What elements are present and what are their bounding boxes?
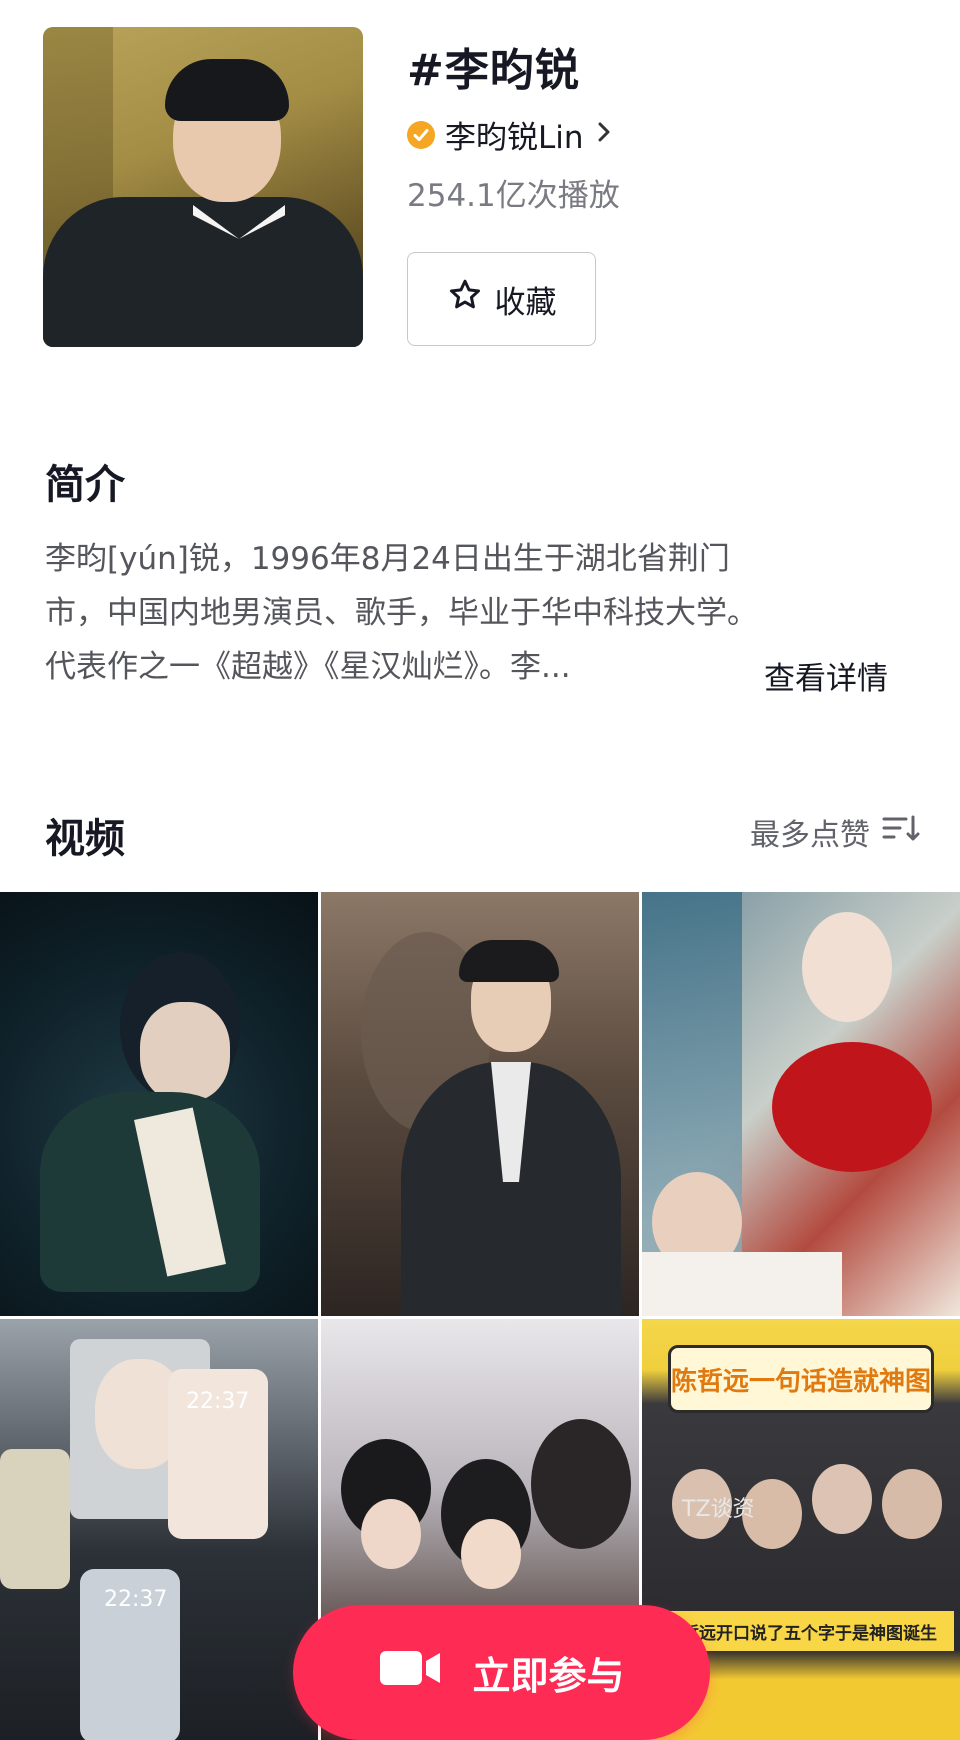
topic-title: #李昀锐 [407,45,580,96]
intro-heading: 简介 [45,462,125,508]
play-count: 254.1亿次播放 [407,178,620,214]
view-details-link[interactable]: 查看详情 [764,652,888,706]
participate-button[interactable]: 立即参与 [293,1605,710,1740]
watermark-logo: TZ谈资 [682,1497,755,1522]
intro-line: 市，中国内地男演员、歌手，毕业于华中科技大学。 [45,595,758,631]
video-thumbnail[interactable] [0,892,318,1316]
sort-selector[interactable]: 最多点赞 [750,810,920,854]
video-thumbnail[interactable] [642,892,960,1316]
video-thumbnail[interactable]: 22:37 22:37 [0,1319,318,1740]
phone-clock: 22:37 [104,1587,168,1612]
topic-cover-image[interactable] [43,27,363,347]
favorite-label: 收藏 [494,284,557,321]
intro-line: 李昀[yún]锐，1996年8月24日出生于湖北省荆门 [45,541,730,577]
verified-badge-icon [407,120,435,149]
star-icon [447,277,483,321]
favorite-button[interactable]: 收藏 [407,252,596,346]
video-caption: 陈哲远一句话造就神图 [668,1345,934,1413]
sort-label: 最多点赞 [750,818,870,853]
participate-label: 立即参与 [472,1654,625,1698]
author-link[interactable]: 李昀锐Lin [407,112,612,157]
videos-heading: 视频 [45,816,125,862]
sort-filter-icon [882,813,920,851]
video-thumbnail[interactable] [321,892,639,1316]
phone-clock: 22:37 [186,1389,250,1414]
video-camera-icon [378,1645,444,1700]
chevron-right-icon [596,117,612,152]
author-name: 李昀锐Lin [445,120,584,156]
